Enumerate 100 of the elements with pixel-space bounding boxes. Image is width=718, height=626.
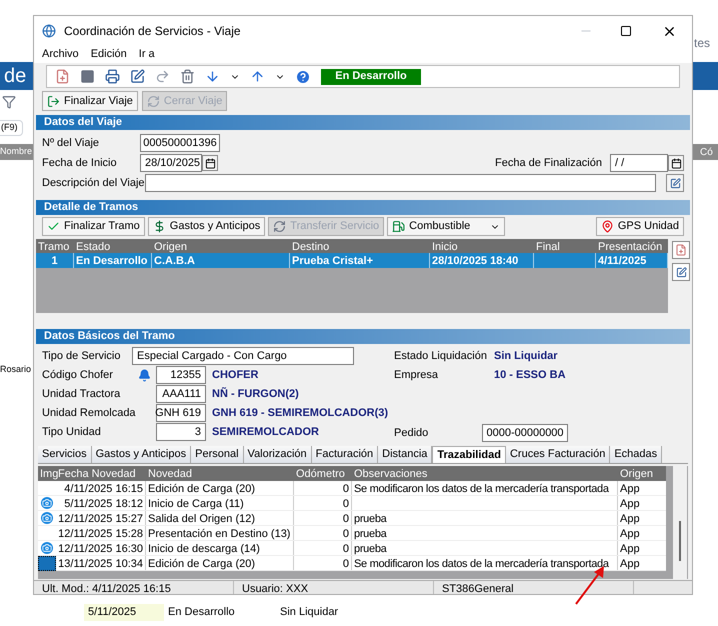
tab[interactable]: Echadas <box>610 446 662 463</box>
input-field[interactable]: 12355 <box>156 366 206 384</box>
table-cell: C.A.B.A <box>152 253 290 268</box>
table-cell: Prueba Cristal+ <box>290 253 430 268</box>
table-cell: 4/11/2025 <box>596 253 668 268</box>
table-cell: 13/11/2025 10:34 <box>56 556 146 570</box>
table-cell: Inicio de descarga (14) <box>146 541 294 555</box>
input-field[interactable]: AAA111 <box>156 385 206 403</box>
tramo-button[interactable]: Finalizar Tramo <box>42 217 145 236</box>
column-header: Fecha Novedad <box>58 467 137 481</box>
corner-text: tes <box>694 35 710 52</box>
menu-item[interactable]: Archivo <box>42 46 79 63</box>
table-cell: 12/11/2025 15:27 <box>56 511 146 525</box>
table-cell: Se modificaron los datos de la mercadería transportada <box>352 481 618 495</box>
table-cell: Salida del Origen (12) <box>146 511 294 525</box>
table-cell-text: App <box>619 512 641 525</box>
status-text: ST386General <box>434 581 634 594</box>
field-label: Unidad Tractora <box>42 386 122 402</box>
description-text: CHOFER <box>212 368 258 383</box>
field-label: Código Chofer <box>42 368 114 383</box>
status-badge: En Desarrollo <box>321 68 421 84</box>
table-cell: 0 <box>294 541 352 555</box>
table-cell: 0 <box>294 526 352 540</box>
field-label: Tipo Unidad <box>42 424 102 440</box>
column-header: Novedad <box>147 467 194 481</box>
table-cell: 28/10/2025 18:40 <box>430 253 534 268</box>
table-cell: 5/11/2025 18:12 <box>56 496 146 510</box>
field-label: Pedido <box>394 426 430 441</box>
tramo-button[interactable]: Gastos y Anticipos <box>148 217 266 236</box>
tab[interactable]: Valorización <box>244 446 312 463</box>
table-cell-text: App <box>619 482 641 495</box>
column-header: Final <box>535 240 561 253</box>
column-header: Có <box>700 146 713 160</box>
cell-text: Rosario <box>0 363 32 376</box>
table-cell: 0 <box>294 496 352 510</box>
estado-value: Sin Liquidar <box>494 348 558 364</box>
page-heading: de <box>4 64 26 89</box>
column-header: Presentación <box>597 240 664 253</box>
column-header: Img <box>39 467 56 481</box>
table-row[interactable]: 4/11/2025 16:15 Edición de Carga (20) 0 Se modificaron los datos de la mercadería transportada App <box>38 481 666 496</box>
table-cell: prueba <box>352 511 618 525</box>
column-header: Origen <box>153 240 188 253</box>
shortcut-button[interactable]: (F9) <box>0 120 22 136</box>
input-field[interactable]: 28/10/2025 <box>140 154 202 172</box>
tab[interactable]: Servicios <box>38 446 92 463</box>
table-row[interactable]: 12/11/2025 15:27 Salida del Origen (12) 0 prueba App <box>38 511 666 526</box>
section-header: Datos Básicos del Tramo <box>36 329 690 344</box>
table-cell: En Desarrollo <box>74 253 152 268</box>
tab[interactable]: Trazabilidad <box>432 446 506 463</box>
status-text: Usuario: XXX <box>234 581 434 594</box>
table-row[interactable]: 12/11/2025 15:28 Presentación en Destino (13) 0 prueba App <box>38 526 666 541</box>
table-cell-text: App <box>619 527 641 540</box>
field-label: Unidad Remolcada <box>42 406 137 421</box>
table-row[interactable]: 12/11/2025 16:30 Inicio de descarga (14) 0 prueba App <box>38 541 666 556</box>
field-label: Estado Liquidación <box>394 348 488 364</box>
tramo-button[interactable]: Combustible <box>387 217 506 236</box>
status-text: Ult. Mod.: 4/11/2025 16:15 <box>34 581 234 594</box>
menu-item[interactable]: Ir a <box>138 46 155 63</box>
table-row[interactable]: 5/11/2025 18:12 Inicio de Carga (11) 0 App <box>38 496 666 511</box>
gps-button[interactable]: GPS Unidad <box>596 217 684 236</box>
input-field[interactable]: 000500001396 <box>140 134 220 152</box>
tab[interactable]: Facturación <box>312 446 378 463</box>
table-cell-text: App <box>619 557 641 570</box>
tab[interactable]: Cruces Facturación <box>506 446 610 463</box>
table-cell: 1 <box>36 253 74 268</box>
table-cell-text: Sin Liquidar <box>279 605 340 620</box>
field-label: Empresa <box>394 368 440 383</box>
column-header: Origen <box>619 467 654 481</box>
table-cell: Edición de Carga (20) <box>146 556 294 570</box>
input-field[interactable]: Especial Cargado - Con Cargo <box>132 347 354 365</box>
window-title: Coordinación de Servicios - Viaje <box>64 23 241 40</box>
description-text: GNH 619 - SEMIREMOLCADOR(3) <box>212 406 388 421</box>
table-row[interactable]: 13/11/2025 10:34 Edición de Carga (20) 0 Se modificaron los datos de la mercadería transportada App <box>38 556 666 571</box>
description-text: NÑ - FURGON(2) <box>212 386 299 402</box>
input-field[interactable]: 0000-00000000 <box>482 424 568 442</box>
table-cell: prueba <box>352 526 618 540</box>
table-row[interactable]: 1 En Desarrollo C.A.B.A Prueba Cristal+ 28/10/2025 18:40 4/11/2025 <box>36 253 668 268</box>
tab[interactable]: Distancia <box>378 446 432 463</box>
table-cell-text: App <box>619 542 641 555</box>
menu-item[interactable]: Edición <box>90 46 127 63</box>
table-cell: 0 <box>294 511 352 525</box>
tab[interactable]: Personal <box>191 446 244 463</box>
table-cell: 12/11/2025 16:30 <box>56 541 146 555</box>
input-field[interactable]: GNH 619 <box>156 404 206 422</box>
column-header: Observaciones <box>353 467 428 481</box>
column-header: Inicio <box>431 240 459 253</box>
table-cell: Edición de Carga (20) <box>146 481 294 495</box>
field-label: Descripción del Viaje <box>42 176 146 191</box>
input-field[interactable]: / / <box>610 154 668 172</box>
table-cell: 0 <box>294 481 352 495</box>
input-field[interactable]: 3 <box>156 423 206 441</box>
table-cell: 4/11/2025 16:15 <box>56 481 146 495</box>
field-label: Tipo de Servicio <box>42 348 122 364</box>
tab[interactable]: Gastos y Anticipos <box>92 446 192 463</box>
table-cell: prueba <box>352 541 618 555</box>
empresa-value: 10 - ESSO BA <box>494 368 566 383</box>
column-header: Destino <box>291 240 330 253</box>
action-button[interactable]: Finalizar Viaje <box>42 91 138 111</box>
description-text: SEMIREMOLCADOR <box>212 424 319 440</box>
column-header: Estado <box>75 240 112 253</box>
